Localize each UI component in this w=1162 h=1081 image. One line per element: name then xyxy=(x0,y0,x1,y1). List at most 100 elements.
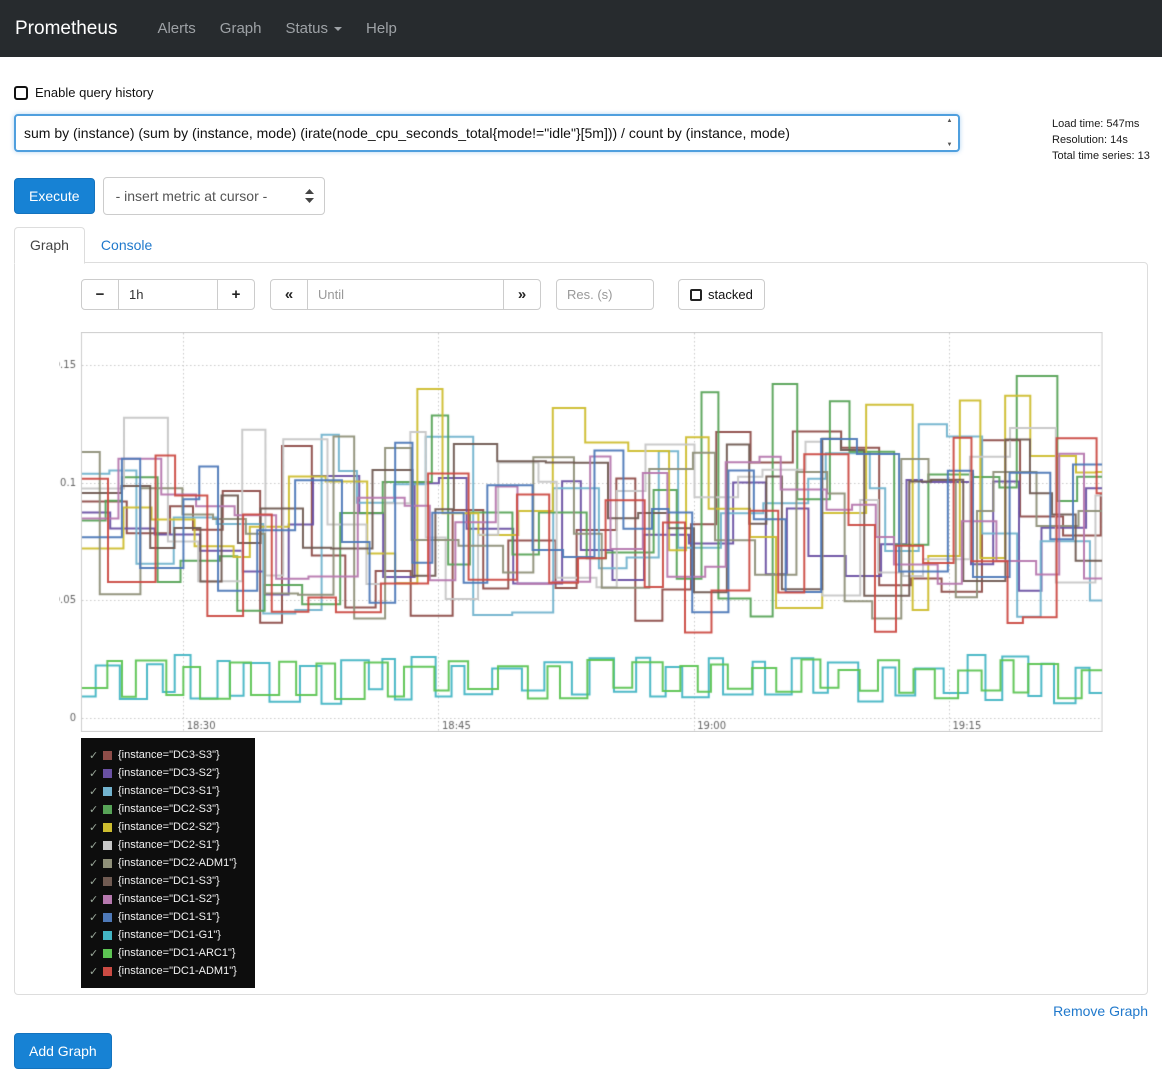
forward-icon[interactable]: » xyxy=(503,279,541,310)
legend-item[interactable]: ✓ {instance="DC2-S3"} xyxy=(89,800,241,818)
remove-graph-row: Remove Graph xyxy=(14,1003,1148,1019)
textarea-scrollbar[interactable]: ▲ ▼ xyxy=(943,118,956,148)
query-expression-input[interactable]: sum by (instance) (sum by (instance, mod… xyxy=(14,114,960,152)
legend-item[interactable]: ✓ {instance="DC2-ADM1"} xyxy=(89,854,241,872)
legend-item[interactable]: ✓{instance="DC1-G1"} xyxy=(89,926,241,944)
legend-item[interactable]: ✓ {instance="DC3-S2"} xyxy=(89,764,241,782)
series-label: {instance="DC1-S2"} xyxy=(118,893,220,905)
series-label: {instance="DC1-S3"} xyxy=(118,875,220,887)
series-label: {instance="DC3-S1"} xyxy=(118,785,220,797)
nav-item-alerts-label: Alerts xyxy=(157,20,195,37)
range-input-group: − + xyxy=(81,279,255,310)
insert-metric-select[interactable]: - insert metric at cursor - xyxy=(103,177,325,215)
check-icon: ✓ xyxy=(89,803,103,816)
check-icon: ✓ xyxy=(89,821,103,834)
legend-item[interactable]: ✓ {instance="DC2-S2"} xyxy=(89,818,241,836)
series-color-swatch xyxy=(103,967,112,976)
execute-row: Execute - insert metric at cursor - xyxy=(14,177,1148,215)
enable-query-history-label: Enable query history xyxy=(35,85,154,100)
series-color-swatch xyxy=(103,859,112,868)
series-color-swatch xyxy=(103,769,112,778)
nav-item-graph[interactable]: Graph xyxy=(208,10,274,47)
chevron-down-icon xyxy=(334,27,342,31)
series-label: {instance="DC2-S3"} xyxy=(118,803,220,815)
check-icon: ✓ xyxy=(89,893,103,906)
add-graph-row: Add Graph xyxy=(14,1033,1148,1069)
series-color-swatch xyxy=(103,823,112,832)
check-icon: ✓ xyxy=(89,857,103,870)
resolution-input[interactable] xyxy=(556,279,654,310)
tab-graph[interactable]: Graph xyxy=(14,227,85,264)
execute-button[interactable]: Execute xyxy=(14,178,95,214)
select-arrows-icon xyxy=(305,189,314,203)
query-input-wrapper: sum by (instance) (sum by (instance, mod… xyxy=(14,114,960,152)
stacked-checkbox-icon xyxy=(690,289,702,301)
tab-console[interactable]: Console xyxy=(85,227,168,263)
check-icon: ✓ xyxy=(89,875,103,888)
check-icon: ✓ xyxy=(89,749,103,762)
nav-item-alerts[interactable]: Alerts xyxy=(145,10,207,47)
scroll-up-icon[interactable]: ▲ xyxy=(947,118,953,124)
view-tabs: Graph Console xyxy=(14,227,1148,263)
main-content: Enable query history sum by (instance) (… xyxy=(0,85,1162,1069)
load-time-stat: Load time: 547ms xyxy=(1052,116,1148,132)
until-input[interactable] xyxy=(307,279,504,310)
nav-item-help-label: Help xyxy=(366,20,397,37)
add-graph-button[interactable]: Add Graph xyxy=(14,1033,112,1069)
end-time-input-group: « » xyxy=(270,279,541,310)
graph-controls: − + « » stacked xyxy=(81,279,1101,310)
check-icon: ✓ xyxy=(89,947,103,960)
enable-query-history-checkbox[interactable] xyxy=(14,86,28,100)
navbar: Prometheus Alerts Graph Status Help xyxy=(0,0,1162,57)
series-color-swatch xyxy=(103,805,112,814)
check-icon: ✓ xyxy=(89,965,103,978)
check-icon: ✓ xyxy=(89,785,103,798)
legend-item[interactable]: ✓{instance="DC1-S1"} xyxy=(89,908,241,926)
brand-link[interactable]: Prometheus xyxy=(15,18,117,40)
legend-item[interactable]: ✓ {instance="DC3-S3"} xyxy=(89,746,241,764)
series-label: {instance="DC1-ARC1"} xyxy=(118,947,236,959)
shrink-range-button[interactable]: − xyxy=(81,279,119,310)
scroll-down-icon[interactable]: ▼ xyxy=(947,142,953,148)
series-color-swatch xyxy=(103,931,112,940)
series-label: {instance="DC2-S1"} xyxy=(118,839,220,851)
remove-graph-link[interactable]: Remove Graph xyxy=(1053,1003,1148,1019)
nav-item-graph-label: Graph xyxy=(220,20,262,37)
legend-item[interactable]: ✓ {instance="DC1-ADM1"} xyxy=(89,962,241,980)
query-stats: Load time: 547ms Resolution: 14s Total t… xyxy=(960,114,1148,164)
nav-item-help[interactable]: Help xyxy=(354,10,409,47)
series-label: {instance="DC2-S2"} xyxy=(118,821,220,833)
legend-item[interactable]: ✓ {instance="DC3-S1"} xyxy=(89,782,241,800)
query-row: sum by (instance) (sum by (instance, mod… xyxy=(14,114,1148,164)
check-icon: ✓ xyxy=(89,767,103,780)
series-label: {instance="DC3-S2"} xyxy=(118,767,220,779)
chart-legend: ✓ {instance="DC3-S3"} ✓ {instance="DC3-S2"}… xyxy=(81,738,255,988)
series-color-swatch xyxy=(103,877,112,886)
legend-item[interactable]: ✓ {instance="DC1-S3"} xyxy=(89,872,241,890)
rewind-icon[interactable]: « xyxy=(270,279,308,310)
check-icon: ✓ xyxy=(89,839,103,852)
series-color-swatch xyxy=(103,841,112,850)
series-color-swatch xyxy=(103,895,112,904)
series-color-swatch xyxy=(103,751,112,760)
series-label: {instance="DC3-S3"} xyxy=(118,749,220,761)
range-input[interactable] xyxy=(118,279,218,310)
nav-item-status-label: Status xyxy=(286,20,329,37)
cpu-usage-chart[interactable] xyxy=(59,332,1103,732)
legend-item[interactable]: ✓ {instance="DC1-ARC1"} xyxy=(89,944,241,962)
nav-item-status-dropdown[interactable]: Status xyxy=(274,10,355,47)
stacked-label: stacked xyxy=(708,287,753,302)
stacked-toggle-button[interactable]: stacked xyxy=(678,279,765,310)
series-color-swatch xyxy=(103,787,112,796)
series-label: {instance="DC1-ADM1"} xyxy=(118,965,237,977)
total-series-stat: Total time series: 13 xyxy=(1052,148,1148,164)
legend-item[interactable]: ✓ {instance="DC2-S1"} xyxy=(89,836,241,854)
insert-metric-select-label: - insert metric at cursor - xyxy=(116,188,268,204)
check-icon: ✓ xyxy=(89,911,103,924)
legend-item[interactable]: ✓ {instance="DC1-S2"} xyxy=(89,890,241,908)
query-history-row: Enable query history xyxy=(14,85,1148,100)
series-color-swatch xyxy=(103,913,112,922)
check-icon: ✓ xyxy=(89,929,103,942)
grow-range-button[interactable]: + xyxy=(217,279,255,310)
series-label: {instance="DC2-ADM1"} xyxy=(118,857,237,869)
